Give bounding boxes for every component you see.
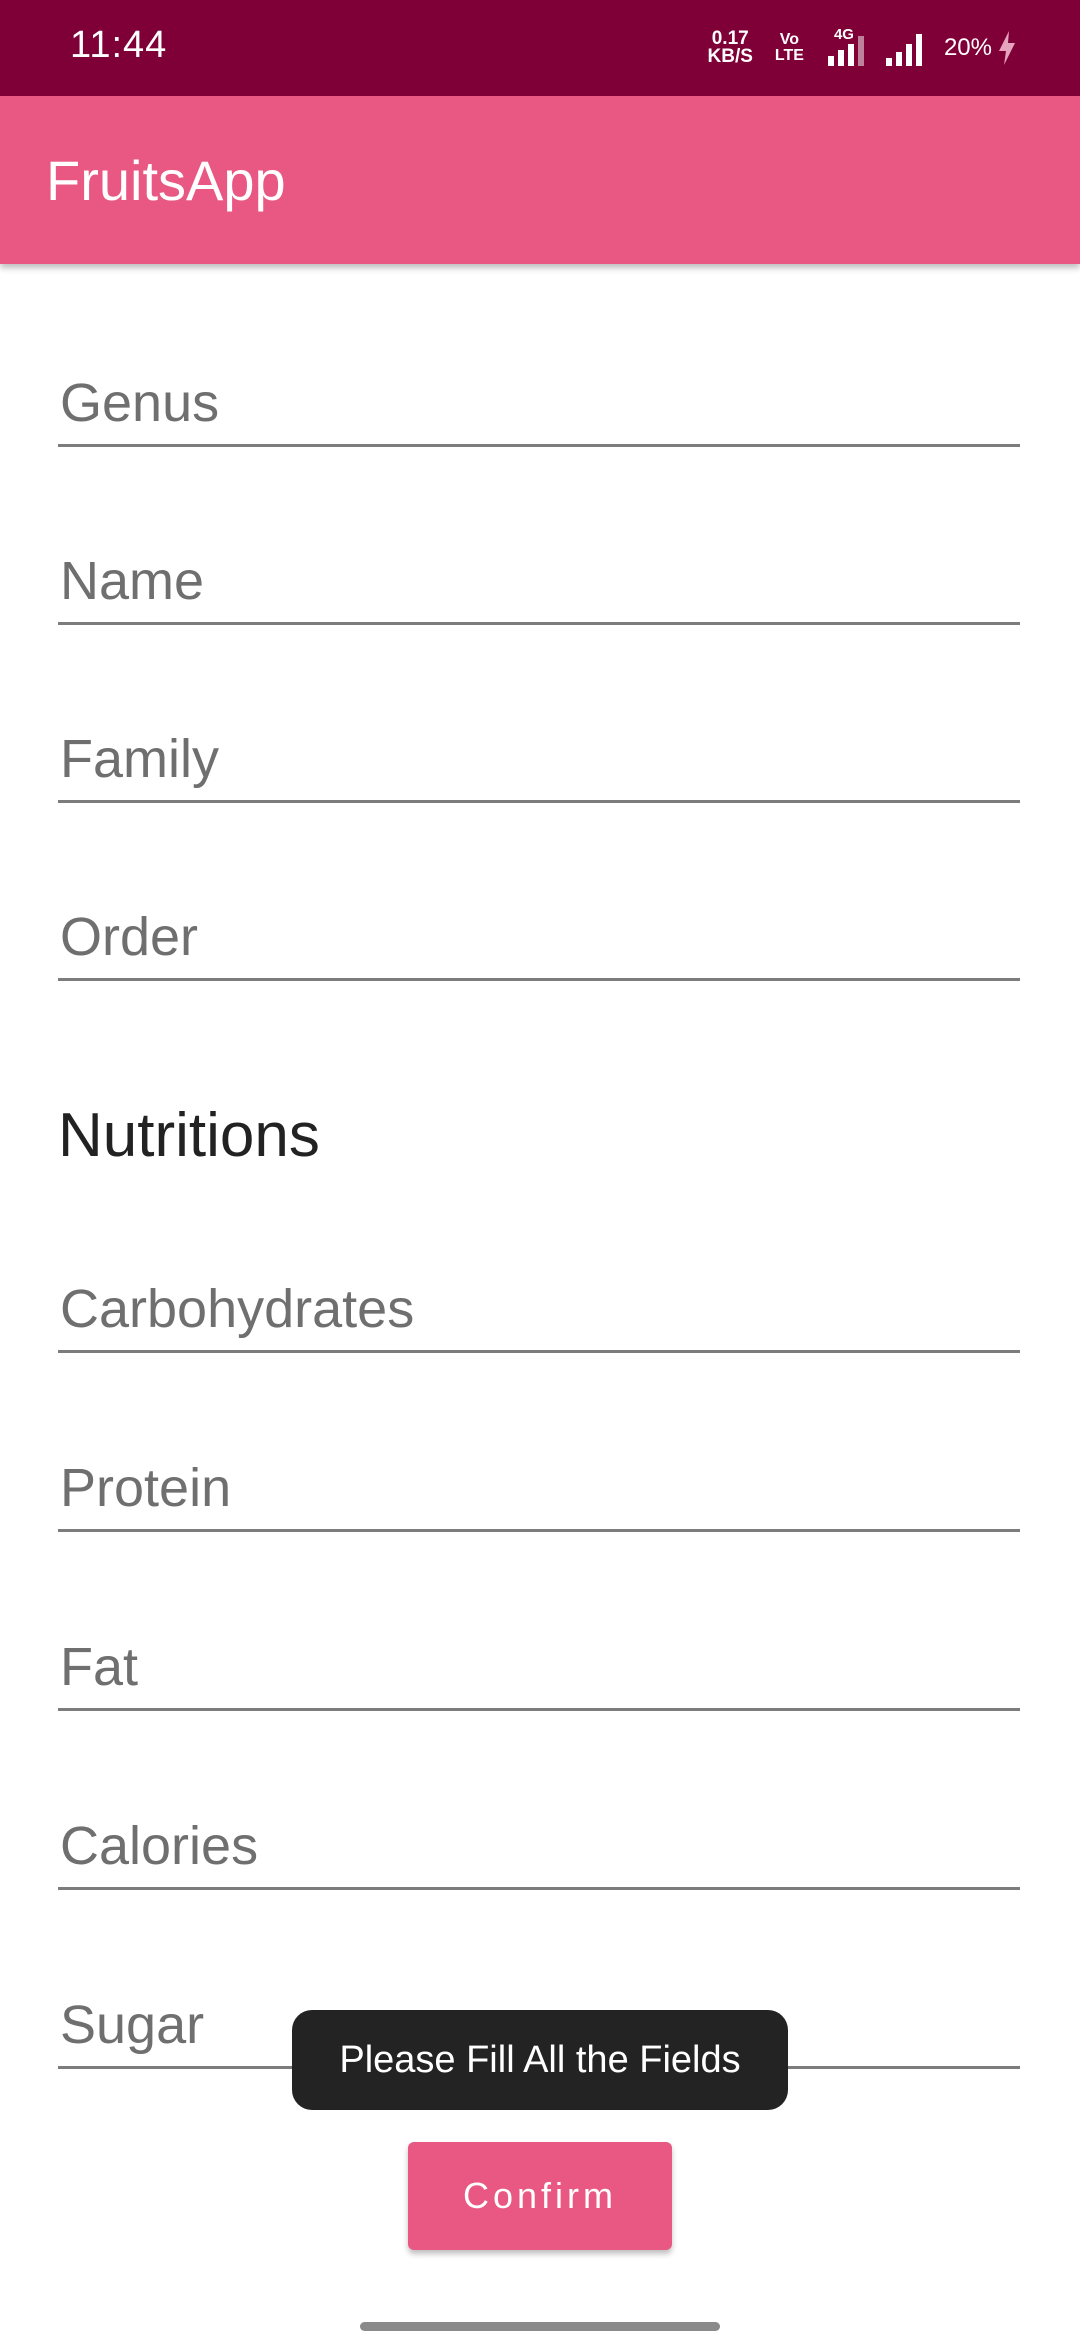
charging-bolt-icon — [999, 31, 1015, 65]
screen: 11:44 0.17 KB/S Vo LTE 4G 20% FruitsApp … — [0, 0, 1080, 2340]
genus-placeholder: Genus — [60, 373, 220, 433]
network-speed-unit: KB/S — [707, 46, 753, 67]
nutritions-heading: Nutritions — [58, 1101, 320, 1170]
app-title: FruitsApp — [46, 149, 286, 212]
volte-icon: Vo LTE — [775, 32, 804, 64]
network-type-label: 4G — [833, 26, 854, 43]
name-field[interactable]: Name — [58, 522, 1020, 625]
battery-level: 20% — [943, 34, 992, 61]
family-placeholder: Family — [60, 729, 219, 789]
status-bar: 11:44 0.17 KB/S Vo LTE 4G 20% — [0, 0, 1080, 96]
genus-field[interactable]: Genus — [58, 344, 1020, 447]
carbohydrates-field[interactable]: Carbohydrates — [58, 1250, 1020, 1353]
app-bar: FruitsApp — [0, 96, 1080, 264]
order-field[interactable]: Order — [58, 878, 1020, 981]
protein-placeholder: Protein — [60, 1458, 232, 1518]
protein-field[interactable]: Protein — [58, 1429, 1020, 1532]
battery-indicator: 20% — [944, 31, 1016, 65]
family-field[interactable]: Family — [58, 700, 1020, 803]
fat-placeholder: Fat — [60, 1637, 139, 1697]
toast-message: Please Fill All the Fields — [292, 2010, 788, 2110]
volte-bottom: LTE — [774, 47, 804, 64]
network-speed: 0.17 KB/S — [707, 29, 753, 67]
confirm-button[interactable]: Confirm — [408, 2142, 672, 2250]
order-placeholder: Order — [60, 907, 199, 967]
sugar-placeholder: Sugar — [60, 1995, 205, 2055]
status-icons: 0.17 KB/S Vo LTE 4G 20% — [708, 26, 1016, 70]
calories-placeholder: Calories — [60, 1816, 259, 1876]
signal-4g-icon: 4G — [826, 26, 864, 66]
name-placeholder: Name — [60, 551, 205, 611]
status-time: 11:44 — [70, 24, 168, 66]
calories-field[interactable]: Calories — [58, 1787, 1020, 1890]
signal-strength-icon — [885, 30, 922, 66]
carbohydrates-placeholder: Carbohydrates — [60, 1279, 415, 1339]
volte-top: Vo — [779, 31, 800, 48]
home-indicator[interactable] — [360, 2322, 720, 2331]
fat-field[interactable]: Fat — [58, 1608, 1020, 1711]
